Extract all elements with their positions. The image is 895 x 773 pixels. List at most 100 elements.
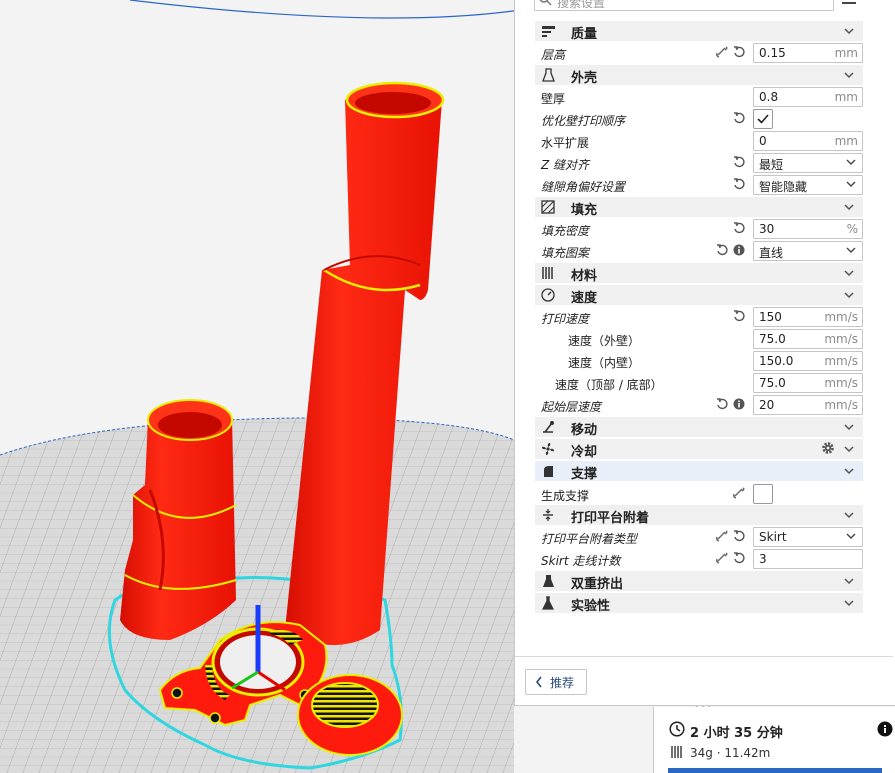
skirt-line-count-field[interactable]: 3 (753, 549, 863, 569)
horizontal-expansion-field[interactable]: 0 mm (753, 131, 863, 151)
setting-label: 填充密度 (541, 224, 590, 238)
setting-label: 壁厚 (541, 92, 566, 106)
category-cooling[interactable]: 冷却 (535, 439, 863, 460)
adhesion-type-select[interactable]: Skirt (753, 527, 863, 547)
link-icon (716, 530, 728, 542)
reset-icon[interactable] (716, 244, 728, 256)
checkmark-icon (757, 114, 769, 124)
reset-icon[interactable] (733, 46, 745, 58)
field-unit: mm/s (824, 398, 858, 412)
setting-label: 打印平台附着类型 (541, 532, 638, 546)
category-infill[interactable]: 填充 (535, 197, 863, 218)
setting-label: 起始层速度 (541, 400, 602, 414)
setting-initial-layer-speed: 起始层速度 20 mm/s (535, 395, 863, 415)
support-icon (544, 466, 553, 477)
field-value: 150.0 (759, 354, 794, 368)
select-value: Skirt (759, 530, 787, 544)
chevron-down-icon (844, 424, 854, 431)
print-speed-field[interactable]: 150 mm/s (753, 307, 863, 327)
reset-icon[interactable] (733, 222, 745, 234)
category-speed[interactable]: 速度 (535, 285, 863, 306)
material-icon (542, 267, 553, 279)
field-value: 0.8 (759, 90, 779, 104)
select-value: 智能隐藏 (759, 180, 808, 194)
setting-print-speed: 打印速度 150 mm/s (535, 307, 863, 327)
category-shell[interactable]: 外壳 (535, 65, 863, 86)
setting-layer-height: 层高 0.15 mm (535, 43, 863, 63)
quality-icon (542, 26, 555, 37)
category-material-label: 材料 (571, 269, 598, 284)
link-icon (733, 487, 745, 499)
chevron-down-icon (846, 533, 856, 539)
field-value: 3 (759, 552, 767, 566)
info-icon[interactable] (733, 398, 745, 410)
gear-icon[interactable] (821, 441, 835, 455)
speed-outer-wall-field[interactable]: 75.0 mm/s (753, 329, 863, 349)
category-dual-extrusion[interactable]: 双重挤出 (535, 571, 863, 592)
clock-icon (669, 721, 685, 737)
settings-menu-icon[interactable] (842, 0, 856, 10)
chevron-down-icon (844, 446, 854, 453)
field-value: 30 (759, 222, 775, 236)
chevron-down-icon (844, 468, 854, 475)
z-seam-select[interactable]: 最短 (753, 153, 863, 173)
print-info-panel: 2 小时 35 分钟 34g · 11.42m (653, 707, 895, 773)
reset-icon[interactable] (733, 112, 745, 124)
wall-thickness-field[interactable]: 0.8 mm (753, 87, 863, 107)
speed-top-bottom-field[interactable]: 75.0 mm/s (753, 373, 863, 393)
info-icon[interactable] (733, 244, 745, 256)
setting-label: 层高 (541, 48, 566, 62)
setting-z-seam-alignment: Z 缝对齐 最短 (535, 153, 863, 173)
dual-extrusion-icon (543, 575, 554, 587)
category-travel[interactable]: 移动 (535, 417, 863, 438)
select-value: 最短 (759, 158, 784, 172)
filament-icon (671, 746, 682, 758)
chevron-down-icon (844, 270, 854, 277)
reset-icon[interactable] (733, 156, 745, 168)
setting-label: Skirt 走线计数 (541, 554, 621, 568)
reset-icon[interactable] (716, 398, 728, 410)
seam-corner-select[interactable]: 智能隐藏 (753, 175, 863, 195)
adhesion-icon (543, 509, 553, 521)
optimize-wall-order-checkbox[interactable] (753, 109, 773, 129)
initial-layer-speed-field[interactable]: 20 mm/s (753, 395, 863, 415)
panel-divider (515, 656, 893, 657)
speed-inner-wall-field[interactable]: 150.0 mm/s (753, 351, 863, 371)
setting-speed-inner-wall: 速度（内壁） 150.0 mm/s (535, 351, 863, 371)
category-quality-label: 质量 (571, 27, 598, 42)
category-material[interactable]: 材料 (535, 263, 863, 284)
setting-optimize-wall-order: 优化壁打印顺序 (535, 109, 863, 129)
search-settings-input[interactable]: 搜索设置 (534, 0, 834, 11)
select-value: 直线 (759, 246, 784, 260)
category-build-plate-adhesion[interactable]: 打印平台附着 (535, 505, 863, 526)
category-adhesion-label: 打印平台附着 (571, 511, 650, 526)
category-speed-label: 速度 (571, 291, 598, 306)
info-icon[interactable] (877, 721, 893, 737)
build-plate (0, 417, 515, 773)
category-travel-label: 移动 (571, 423, 598, 438)
category-support[interactable]: 支撑 (535, 461, 863, 482)
category-experimental-label: 实验性 (571, 599, 611, 614)
field-value: 75.0 (759, 332, 786, 346)
field-unit: mm (834, 90, 858, 104)
recommended-mode-button[interactable]: 推荐 (525, 669, 587, 695)
category-quality[interactable]: 质量 (535, 21, 863, 42)
setting-label: 速度（外壁） (568, 334, 641, 348)
layer-height-field[interactable]: 0.15 mm (753, 43, 863, 63)
setting-label: 优化壁打印顺序 (541, 114, 626, 128)
reset-icon[interactable] (733, 552, 745, 564)
category-experimental[interactable]: 实验性 (535, 593, 863, 614)
generate-support-checkbox[interactable] (753, 484, 773, 504)
field-unit: mm/s (824, 332, 858, 346)
reset-icon[interactable] (733, 310, 745, 322)
slice-progress-bar (668, 768, 882, 773)
field-unit: mm/s (824, 310, 858, 324)
infill-pattern-select[interactable]: 直线 (753, 241, 863, 261)
speed-icon (541, 288, 555, 302)
reset-icon[interactable] (733, 178, 745, 190)
material-usage: 34g · 11.42m (690, 746, 771, 760)
link-icon (716, 46, 728, 58)
reset-icon[interactable] (733, 530, 745, 542)
chevron-down-icon (844, 72, 854, 79)
infill-density-field[interactable]: 30% (753, 219, 863, 239)
